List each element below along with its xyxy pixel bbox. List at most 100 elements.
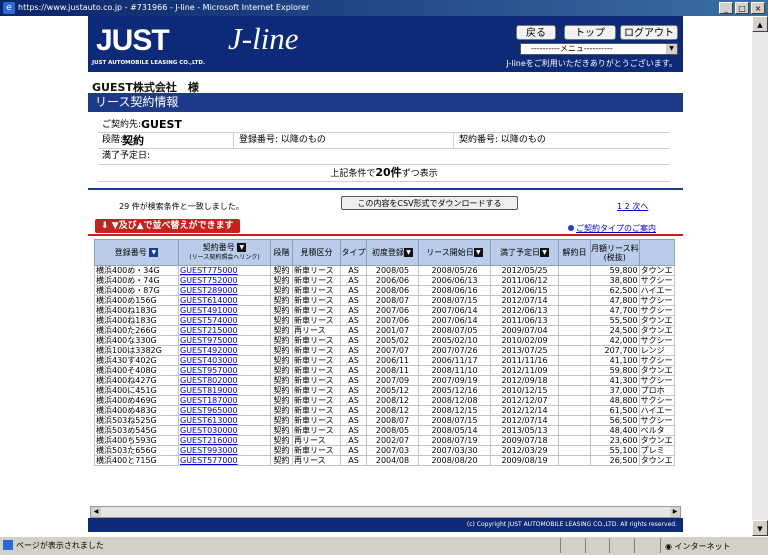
sort-hint-banner: ⬇ ▼及び▲で並べ替えができます	[95, 219, 240, 233]
contracts-table-wrap[interactable]: 登録番号 ▼ 契約番号 ▼ (リース契約照会へリンク) 段階 見積区分 タイプ 初…	[94, 239, 677, 504]
col-estimate-type: 見積区分	[292, 239, 341, 266]
contract-link[interactable]: GUEST975000	[178, 335, 271, 346]
chevron-down-icon[interactable]: ▼	[666, 44, 677, 54]
logout-button[interactable]: ログアウト	[620, 25, 678, 40]
table-cell: 2008/05/26	[418, 265, 491, 276]
table-cell: 2007/06/14	[418, 315, 491, 326]
menu-select[interactable]: ----------メニュ---------- ▼	[520, 43, 678, 55]
table-cell: 2010/12/15	[490, 385, 559, 396]
table-cell: 23,600	[590, 435, 640, 446]
contract-link[interactable]: GUEST403000	[178, 355, 271, 366]
table-cell: 42,000	[590, 335, 640, 346]
table-cell: 2012/07/14	[490, 295, 559, 306]
table-cell	[558, 335, 591, 346]
table-cell: 2008/08/20	[418, 455, 491, 466]
table-cell: 47,700	[590, 305, 640, 316]
table-cell	[558, 415, 591, 426]
table-cell: サクシー	[638, 375, 675, 386]
display-prefix: 上記条件で	[330, 169, 376, 179]
table-cell: 再リース	[292, 325, 341, 336]
copyright-footer: (c) Copyright JUST AUTOMOBILE LEASING CO…	[88, 518, 683, 532]
scroll-right-icon[interactable]: ▶	[670, 507, 680, 517]
contract-link[interactable]: GUEST613000	[178, 415, 271, 426]
contract-link[interactable]: GUEST289000	[178, 285, 271, 296]
table-cell: 契約	[270, 405, 293, 416]
csv-download-button[interactable]: この内容をCSV形式でダウンロードする	[341, 196, 518, 210]
col-first-registration: 初度登録 ▼	[366, 239, 419, 266]
contract-link[interactable]: GUEST802000	[178, 375, 271, 386]
table-cell: サクシー	[638, 415, 675, 426]
table-cell: 新車リース	[292, 345, 341, 356]
sort-desc-icon[interactable]: ▼	[540, 248, 549, 257]
table-cell: AS	[340, 305, 367, 316]
table-cell: 2012/05/25	[490, 265, 559, 276]
maximize-button[interactable]: □	[735, 2, 749, 14]
globe-icon: ◉	[665, 542, 675, 551]
contract-link[interactable]: GUEST965000	[178, 405, 271, 416]
table-cell: 横浜400と715G	[94, 455, 179, 466]
table-cell: 2008/12/15	[418, 405, 491, 416]
contract-link[interactable]: GUEST187000	[178, 395, 271, 406]
minimize-button[interactable]: _	[719, 2, 733, 14]
sort-desc-icon[interactable]: ▼	[237, 243, 247, 252]
client-value: GUEST	[141, 118, 182, 131]
section-title: リース契約情報	[88, 93, 683, 112]
contract-number-criteria: 契約番号: 以降のもの	[459, 135, 546, 145]
table-cell: 2007/06/14	[418, 305, 491, 316]
sort-desc-icon[interactable]: ▼	[404, 248, 413, 257]
scroll-up-icon[interactable]: ▲	[752, 16, 768, 32]
table-cell	[558, 405, 591, 416]
table-cell: 横浜400め483G	[94, 405, 179, 416]
just-logo: JUST	[96, 24, 170, 57]
contract-link[interactable]: GUEST492000	[178, 345, 271, 356]
table-cell: 新車リース	[292, 425, 341, 436]
top-button[interactable]: トップ	[564, 25, 616, 40]
table-cell: 2008/06/16	[418, 285, 491, 296]
table-cell: 契約	[270, 455, 293, 466]
sort-desc-icon[interactable]: ▼	[473, 248, 483, 257]
contract-link[interactable]: GUEST491000	[178, 305, 271, 316]
table-cell: 2010/02/09	[490, 335, 559, 346]
contract-link[interactable]: GUEST775000	[178, 265, 271, 276]
table-cell: 2007/03	[366, 445, 419, 456]
table-row: 横浜503た656G GUEST993000 契約 新車リース AS 2007/03 200…	[94, 445, 675, 456]
contract-link[interactable]: GUEST752000	[178, 275, 271, 286]
contract-link[interactable]: GUEST993000	[178, 445, 271, 456]
table-cell	[558, 285, 591, 296]
contract-link[interactable]: GUEST574000	[178, 315, 271, 326]
contract-link[interactable]: GUEST215000	[178, 325, 271, 336]
back-button[interactable]: 戻る	[516, 25, 556, 40]
contract-type-link[interactable]: ご契約タイプのご案内	[568, 223, 656, 234]
table-cell: サクシー	[638, 295, 675, 306]
table-cell: 新車リース	[292, 295, 341, 306]
table-row: 横浜400め483G GUEST965000 契約 新車リース AS 2008/12 200…	[94, 405, 675, 416]
contract-link[interactable]: GUEST614000	[178, 295, 271, 306]
contract-link[interactable]: GUEST957000	[178, 365, 271, 376]
table-cell: 2012/07/14	[490, 415, 559, 426]
table-cell: 38,800	[590, 275, 640, 286]
horizontal-scrollbar[interactable]: ◀ ▶	[90, 506, 681, 518]
table-cell: AS	[340, 325, 367, 336]
table-cell: 2007/03/30	[418, 445, 491, 456]
col-lease-start: リース開始日 ▼	[418, 239, 491, 266]
scroll-down-icon[interactable]: ▼	[752, 520, 768, 536]
pagination-links[interactable]: 1 2 次へ	[617, 201, 648, 212]
table-row: 横浜400と715G GUEST577000 契約 再リース AS 2004/08 2008…	[94, 455, 675, 466]
table-cell: サクシー	[638, 335, 675, 346]
col-type: タイプ	[340, 239, 367, 266]
table-cell: 2012/11/09	[490, 365, 559, 376]
close-button[interactable]: ×	[751, 2, 765, 14]
table-cell: 新車リース	[292, 415, 341, 426]
sort-desc-icon[interactable]: ▼	[149, 248, 159, 257]
scroll-left-icon[interactable]: ◀	[91, 507, 101, 517]
col-expiry: 満了予定日 ▼	[490, 239, 559, 266]
internet-zone: ◉ インターネット	[660, 538, 731, 553]
contract-link[interactable]: GUEST819000	[178, 385, 271, 396]
table-cell: 再リース	[292, 455, 341, 466]
vertical-scrollbar[interactable]: ▲ ▼	[752, 16, 768, 536]
table-cell: 横浜400め469G	[94, 395, 179, 406]
contract-link[interactable]: GUEST030000	[178, 425, 271, 436]
contract-link[interactable]: GUEST577000	[178, 455, 271, 466]
contract-link[interactable]: GUEST216000	[178, 435, 271, 446]
table-cell: AS	[340, 345, 367, 356]
